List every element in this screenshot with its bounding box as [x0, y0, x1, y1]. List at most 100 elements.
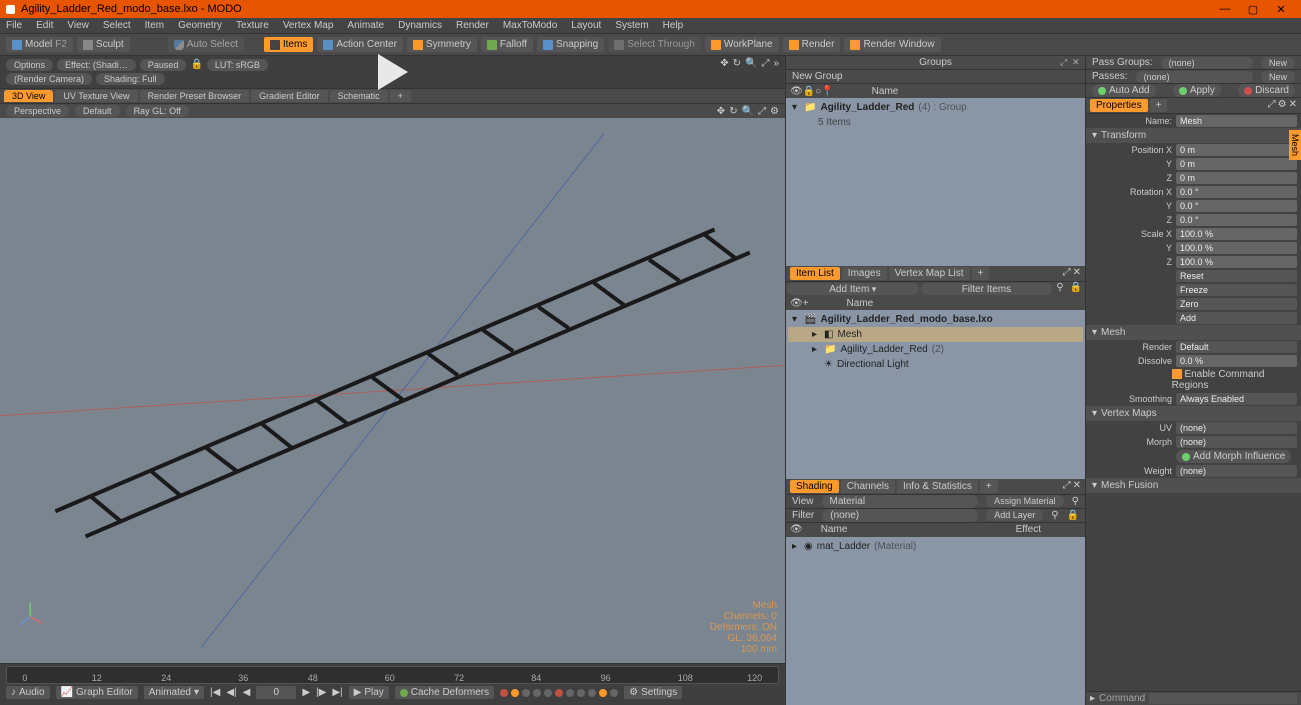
zoom-icon[interactable]: 🔍 [745, 58, 757, 69]
tab-properties[interactable]: Properties [1090, 99, 1148, 112]
tab-gradient[interactable]: Gradient Editor [251, 90, 328, 102]
assign-opts-icon[interactable]: ⚲ [1072, 496, 1079, 507]
layer-opts-icon[interactable]: ⚲ [1051, 510, 1058, 521]
tab-3dview[interactable]: 3D View [4, 90, 53, 102]
menu-help[interactable]: Help [663, 20, 684, 31]
snapping-button[interactable]: Snapping [537, 37, 604, 52]
menu-view[interactable]: View [67, 20, 89, 31]
undock-icon-4[interactable]: ⤢ [1268, 99, 1276, 112]
vp-expand-icon[interactable]: ⤢ [758, 106, 766, 117]
key-icon-1[interactable] [511, 689, 519, 697]
vp-rotate-icon[interactable]: ↻ [729, 106, 737, 117]
tab-shading[interactable]: Shading [790, 480, 839, 493]
move-icon[interactable]: ✥ [720, 58, 728, 69]
sclz-field[interactable]: 100.0 % [1176, 256, 1297, 268]
tab-channels[interactable]: Channels [841, 480, 895, 493]
cache-button[interactable]: Cache Deformers [395, 686, 494, 699]
add-item-dropdown[interactable]: Add Item ▾ [787, 283, 919, 295]
model-button[interactable]: ModelF2 [6, 37, 73, 52]
scene-row[interactable]: ▾🎬Agility_Ladder_Red_modo_base.lxo [788, 312, 1083, 327]
undock-icon-3[interactable]: ⤢ [1063, 480, 1071, 493]
maximize-button[interactable]: ▢ [1239, 3, 1267, 16]
enable-cmd-checkbox[interactable]: Enable Command Regions [1172, 369, 1297, 391]
freeze-dropdown[interactable]: Freeze [1176, 284, 1297, 296]
expand-icon[interactable]: ⤢ [761, 58, 769, 69]
mesh-section-header[interactable]: ▾Mesh [1086, 325, 1301, 340]
select-through-button[interactable]: Select Through [608, 37, 701, 52]
add-layer-dropdown[interactable]: Add Layer [986, 509, 1043, 521]
menu-animate[interactable]: Animate [347, 20, 384, 31]
menu-dynamics[interactable]: Dynamics [398, 20, 442, 31]
filter-items-field[interactable]: Filter Items [921, 283, 1053, 295]
animated-dropdown[interactable]: Animated▾ [144, 686, 204, 699]
view-material-dropdown[interactable]: Material [822, 495, 979, 508]
falloff-button[interactable]: Falloff [481, 37, 533, 52]
side-tab-mesh[interactable]: Mesh [1289, 130, 1301, 160]
effect-pill[interactable]: Effect: (Shadi… [57, 59, 136, 71]
key-icon-7[interactable] [577, 689, 585, 697]
menu-select[interactable]: Select [103, 20, 131, 31]
menu-file[interactable]: File [6, 20, 22, 31]
assign-material-button[interactable]: Assign Material [986, 495, 1064, 507]
autoselect-button[interactable]: Auto Select [168, 37, 244, 52]
posy-field[interactable]: 0 m [1176, 158, 1297, 170]
sclx-field[interactable]: 100.0 % [1176, 228, 1297, 240]
menu-edit[interactable]: Edit [36, 20, 53, 31]
scly-field[interactable]: 100.0 % [1176, 242, 1297, 254]
3d-viewport[interactable]: Mesh Channels: 0 Deformers: ON GL: 36,06… [0, 118, 785, 663]
shading-pill[interactable]: Shading: Full [96, 73, 165, 85]
action-center-button[interactable]: Action Center [317, 37, 403, 52]
new-pass-button[interactable]: New [1261, 71, 1295, 83]
menu-maxtomodo[interactable]: MaxToModo [503, 20, 557, 31]
items-button[interactable]: Items [264, 37, 313, 52]
tab-images[interactable]: Images [842, 267, 887, 280]
tab-add-shading[interactable]: + [980, 480, 998, 493]
render-dropdown[interactable]: Default [1176, 341, 1297, 353]
graph-editor-button[interactable]: 📈Graph Editor [56, 686, 138, 699]
eye-col-icon-2[interactable]: 👁 [790, 524, 803, 535]
key-icon-4[interactable] [544, 689, 552, 697]
roty-field[interactable]: 0.0 ° [1176, 200, 1297, 212]
key-icon-9[interactable] [599, 689, 607, 697]
render-button[interactable]: Render [783, 37, 841, 52]
camera-pill[interactable]: (Render Camera) [6, 73, 92, 85]
tab-add-props[interactable]: + [1150, 99, 1168, 112]
vp-gear-icon[interactable]: ⚙ [770, 106, 779, 117]
minimize-button[interactable]: — [1211, 3, 1239, 15]
pin-icon[interactable]: 📍 [821, 86, 833, 97]
eye-icon[interactable]: 👁 [790, 86, 803, 97]
raygl-dropdown[interactable]: Ray GL: Off [126, 105, 189, 117]
name-field[interactable]: Mesh [1176, 115, 1297, 127]
key-icon-3[interactable] [533, 689, 541, 697]
sculpt-button[interactable]: Sculpt [77, 37, 130, 52]
tab-add-itemlist[interactable]: + [972, 267, 990, 280]
mesh-row[interactable]: ▸◧Mesh [788, 327, 1083, 342]
last-frame-button[interactable]: ▶| [332, 687, 342, 698]
uv-dropdown[interactable]: (none) [1176, 422, 1297, 434]
tab-vertexmaplist[interactable]: Vertex Map List [889, 267, 970, 280]
smoothing-dropdown[interactable]: Always Enabled [1176, 393, 1297, 405]
close-panel-icon-3[interactable]: ✕ [1073, 480, 1081, 493]
new-passgroup-button[interactable]: New [1261, 57, 1295, 69]
key-icon-6[interactable] [566, 689, 574, 697]
render-window-button[interactable]: Render Window [844, 37, 940, 52]
menu-item[interactable]: Item [145, 20, 164, 31]
apply-button[interactable]: Apply [1173, 84, 1221, 97]
posz-field[interactable]: 0 m [1176, 172, 1297, 184]
timeline-ruler[interactable]: 0 12 24 36 48 60 72 84 96 108 120 [6, 666, 779, 684]
eye-col-icon[interactable]: 👁 [790, 298, 803, 309]
new-group-button[interactable]: New Group [792, 71, 843, 82]
refresh-icon[interactable]: ↻ [733, 58, 741, 69]
key-icon-10[interactable] [610, 689, 618, 697]
undock-icon[interactable]: ⤢ [1060, 58, 1069, 67]
close-panel-icon[interactable]: ✕ [1072, 58, 1081, 67]
lock-filter-icon[interactable]: 🔒 [1067, 282, 1085, 296]
close-panel-icon-2[interactable]: ✕ [1073, 267, 1081, 280]
tab-renderpreset[interactable]: Render Preset Browser [140, 90, 250, 102]
prev-frame-button[interactable]: ◀ [243, 687, 251, 698]
record-icon[interactable] [500, 689, 508, 697]
lock-icon[interactable]: 🔒 [190, 59, 202, 71]
morph-dropdown[interactable]: (none) [1176, 436, 1297, 448]
key-icon-5[interactable] [555, 689, 563, 697]
menu-render[interactable]: Render [456, 20, 489, 31]
